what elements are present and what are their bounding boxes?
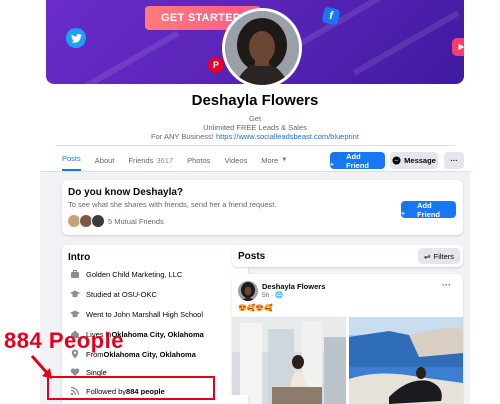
facebook-icon: f bbox=[321, 6, 341, 26]
bio-link[interactable]: https://www.socialleadsbeast.com/bluepri… bbox=[216, 132, 359, 141]
tab-about[interactable]: About bbox=[95, 153, 115, 167]
post-author-avatar[interactable] bbox=[238, 281, 258, 301]
tab-friends-label: Friends bbox=[128, 155, 154, 165]
graduation-cap-icon bbox=[70, 309, 80, 319]
graduation-cap-icon bbox=[70, 289, 80, 299]
tab-videos[interactable]: Videos bbox=[224, 153, 247, 167]
profile-tabs: Posts About Friends 3617 Photos Videos M… bbox=[62, 153, 301, 171]
friends-count: 3617 bbox=[156, 155, 174, 165]
post-photo-right[interactable] bbox=[349, 317, 463, 404]
messenger-icon bbox=[392, 156, 401, 165]
intro-item-college: Studied at OSU-OKC bbox=[70, 289, 157, 299]
intro-title: Intro bbox=[68, 252, 91, 263]
mutual-friends-count[interactable]: 5 Mutual Friends bbox=[108, 217, 164, 226]
briefcase-icon bbox=[70, 269, 80, 279]
intro-item-text: Went to John Marshall High School bbox=[86, 309, 204, 319]
tab-photos[interactable]: Photos bbox=[187, 153, 210, 167]
tab-more-label: More bbox=[261, 155, 279, 165]
suggestion-add-friend-label: Add Friend bbox=[417, 200, 440, 219]
filters-label: Filters bbox=[433, 251, 455, 261]
bio-line-3-text: For ANY Business! bbox=[151, 132, 214, 141]
profile-picture[interactable] bbox=[222, 8, 302, 88]
post-time-text: 5h bbox=[262, 292, 270, 299]
posts-header-card: Posts ⇌ Filters bbox=[232, 245, 463, 267]
mutual-friend-avatar[interactable] bbox=[91, 214, 105, 228]
annotation-label: 884 People bbox=[4, 328, 124, 353]
more-options-button[interactable]: ··· bbox=[444, 152, 464, 169]
suggestion-add-friend-button[interactable]: 👤⁺ Add Friend bbox=[401, 200, 456, 219]
add-person-icon: 👤⁺ bbox=[330, 151, 340, 170]
intro-item-work: Golden Child Marketing, LLC bbox=[70, 269, 182, 279]
caret-down-icon: ▼ bbox=[281, 157, 288, 163]
profile-name: Deshayla Flowers bbox=[191, 92, 319, 109]
filters-button[interactable]: ⇌ Filters bbox=[418, 248, 460, 264]
post-options-button[interactable]: ··· bbox=[442, 280, 451, 290]
posts-title: Posts bbox=[238, 251, 266, 262]
suggestion-subtitle: To see what she shares with friends, sen… bbox=[68, 200, 277, 209]
post-text: 😍🥰😍🥰 bbox=[238, 305, 273, 312]
post-time[interactable]: 5h · 🌐 bbox=[262, 291, 283, 299]
friend-suggestion-card: Do you know Deshayla? To see what she sh… bbox=[62, 180, 463, 235]
intro-item-text[interactable]: Oklahoma City, Oklahoma bbox=[111, 330, 203, 339]
profile-header: GET STARTED! f P Deshayla Flowers Get Un… bbox=[40, 0, 470, 172]
twitter-icon bbox=[66, 28, 86, 48]
intro-item-text: Golden Child Marketing, LLC bbox=[86, 269, 183, 279]
add-friend-button[interactable]: 👤⁺ Add Friend bbox=[330, 151, 385, 170]
avatar bbox=[225, 11, 299, 85]
nav-divider bbox=[56, 145, 454, 146]
message-label: Message bbox=[404, 156, 436, 165]
bio-line-1: Get bbox=[248, 114, 262, 123]
post-author-name[interactable]: Deshayla Flowers bbox=[262, 282, 325, 291]
add-person-icon: 👤⁺ bbox=[401, 200, 411, 219]
tab-friends[interactable]: Friends 3617 bbox=[128, 153, 173, 167]
intro-item-high-school: Went to John Marshall High School bbox=[70, 309, 203, 319]
youtube-icon bbox=[452, 38, 464, 56]
globe-icon: · 🌐 bbox=[271, 292, 284, 299]
message-button[interactable]: Message bbox=[390, 152, 438, 169]
sliders-icon: ⇌ bbox=[423, 251, 431, 261]
pinterest-icon: P bbox=[208, 57, 224, 73]
annotation-highlight-box bbox=[47, 376, 215, 400]
tab-posts[interactable]: Posts bbox=[62, 152, 81, 171]
bio-line-3: For ANY Business! https://www.sociallead… bbox=[40, 132, 470, 141]
add-friend-label: Add Friend bbox=[346, 151, 369, 170]
intro-item-text: Studied at OSU-OKC bbox=[86, 289, 157, 299]
bio-line-2: Unlimited FREE Leads & Sales bbox=[203, 123, 307, 132]
post-photo-left[interactable] bbox=[232, 317, 346, 404]
suggestion-title: Do you know Deshayla? bbox=[68, 187, 184, 198]
post-card: Deshayla Flowers 5h · 🌐 ··· 😍🥰😍🥰 bbox=[232, 274, 463, 404]
tab-more[interactable]: More ▼ bbox=[261, 153, 287, 167]
